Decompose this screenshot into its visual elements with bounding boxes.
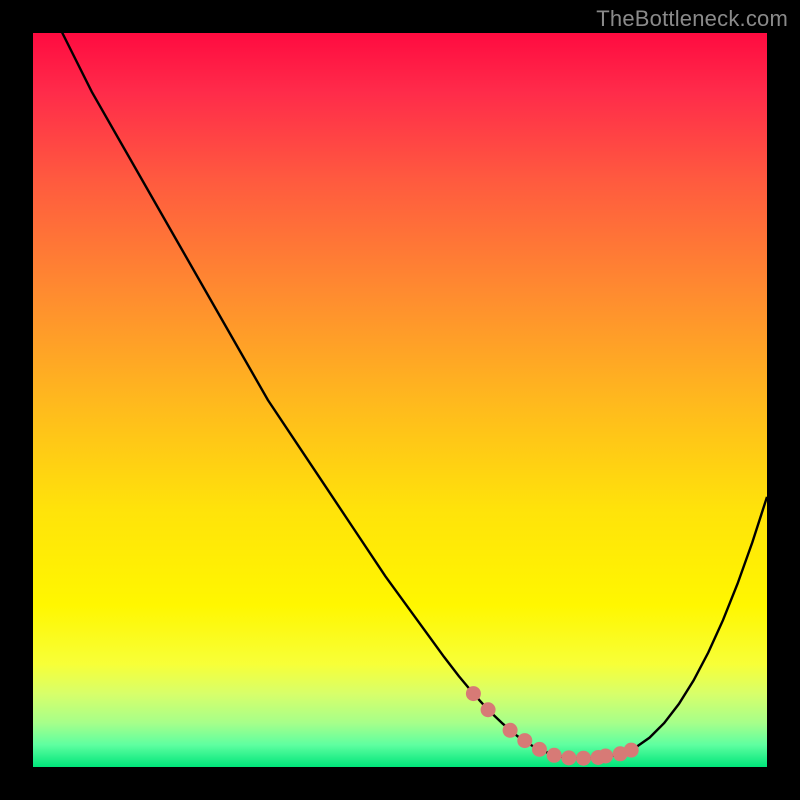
highlight-marker <box>466 686 481 701</box>
highlight-marker <box>547 748 562 763</box>
chart-container: TheBottleneck.com <box>0 0 800 800</box>
highlight-marker <box>598 748 613 763</box>
highlight-marker <box>481 702 496 717</box>
bottleneck-curve <box>33 0 767 758</box>
highlight-marker <box>561 750 576 765</box>
highlight-marker <box>517 733 532 748</box>
highlight-marker <box>576 751 591 766</box>
watermark-text: TheBottleneck.com <box>596 6 788 32</box>
highlight-markers <box>466 686 639 766</box>
highlight-marker <box>532 742 547 757</box>
chart-svg <box>33 33 767 767</box>
highlight-marker <box>624 743 639 758</box>
highlight-marker <box>503 723 518 738</box>
